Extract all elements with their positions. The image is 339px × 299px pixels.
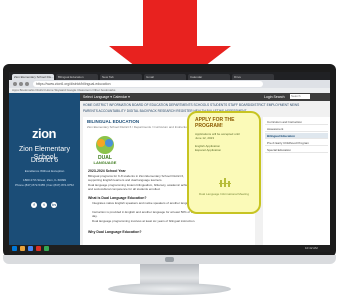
- school-phone: Phone (847) 872-5455 | Fax (847) 872-675…: [15, 183, 74, 187]
- back-icon[interactable]: [13, 82, 17, 86]
- spanish-application-link[interactable]: Espanol Application: [195, 148, 221, 152]
- twitter-icon[interactable]: t: [41, 202, 47, 208]
- year-heading: 2023-2024 School Year: [88, 169, 126, 173]
- bullet-item: Instruction is provided in English and a…: [92, 210, 196, 218]
- app-icon[interactable]: [44, 246, 49, 251]
- apply-title: APPLY FOR THE PROGRAM!: [195, 117, 234, 129]
- apply-deadline-date: June 12, 2023: [195, 136, 215, 140]
- sidebar-item[interactable]: Pre-K Early Childhood Program: [265, 140, 328, 146]
- file-explorer-icon[interactable]: [20, 246, 25, 251]
- sidebar-item[interactable]: Curriculum and Instruction: [265, 119, 328, 125]
- language-calendar-selectors[interactable]: Select Language ▾ Calendar ▾: [83, 94, 130, 100]
- question-heading: Why Dual Language Education?: [88, 230, 142, 234]
- logo-text-bottom: LANGUAGE: [94, 160, 117, 165]
- apple-logo-icon: [165, 257, 174, 262]
- meeting-icon: [219, 178, 231, 187]
- school-logo[interactable]: zion: [23, 127, 65, 141]
- monitor-screen: Zion Elementary School Dis... Bilingual …: [9, 72, 330, 252]
- os-taskbar: [9, 245, 330, 252]
- red-arrow-shaft: [143, 0, 197, 47]
- main-menu-row-1[interactable]: HOME DISTRICT INFORMATION BOARD OF EDUCA…: [83, 103, 329, 108]
- login-link[interactable]: Login Search: [264, 94, 285, 100]
- intro-paragraph: Bilingual programs for K-8 students in Z…: [88, 174, 185, 182]
- search-input[interactable]: Search: [290, 94, 310, 99]
- taskbar-clock: 10:42 AM: [305, 246, 318, 250]
- sidebar-item[interactable]: Assessment: [265, 126, 328, 132]
- apply-title-line-2: PROGRAM!: [195, 123, 223, 129]
- bullet-item: Dual language programming involves at le…: [92, 219, 196, 223]
- browser-tab-bar: Zion Elementary School Dis... Bilingual …: [9, 72, 330, 80]
- school-district: District 6: [30, 157, 59, 164]
- app-icon[interactable]: [36, 246, 41, 251]
- program-paragraph: Dual language programming fosters biling…: [88, 183, 198, 191]
- question-heading: What is Dual Language Education?: [88, 196, 147, 200]
- monitor-stand: [108, 283, 231, 295]
- facebook-icon[interactable]: f: [31, 202, 37, 208]
- sidebar-item[interactable]: Special Education: [265, 147, 328, 153]
- chrome-icon[interactable]: [28, 246, 33, 251]
- school-address: 1800 27th Street, Zion, IL 60099: [23, 178, 66, 182]
- meeting-caption[interactable]: Dual Language Informational Meeting: [195, 192, 253, 196]
- forward-icon[interactable]: [19, 82, 23, 86]
- page-title: BILINGUAL EDUCATION: [87, 119, 140, 124]
- start-icon[interactable]: [12, 246, 17, 251]
- reload-icon[interactable]: [25, 82, 29, 86]
- dual-language-logo: DUAL LANGUAGE: [94, 136, 117, 165]
- bullet-item: Integrates native English speakers and n…: [92, 201, 194, 205]
- linkedin-icon[interactable]: in: [51, 202, 57, 208]
- address-bar[interactable]: https://www.zion6.org/district/bilingual…: [33, 81, 263, 87]
- sidebar-item-active[interactable]: Bilingual Education: [265, 133, 328, 139]
- monitor-neck: [140, 264, 199, 284]
- school-tagline: Excellence Without Exception: [24, 169, 65, 173]
